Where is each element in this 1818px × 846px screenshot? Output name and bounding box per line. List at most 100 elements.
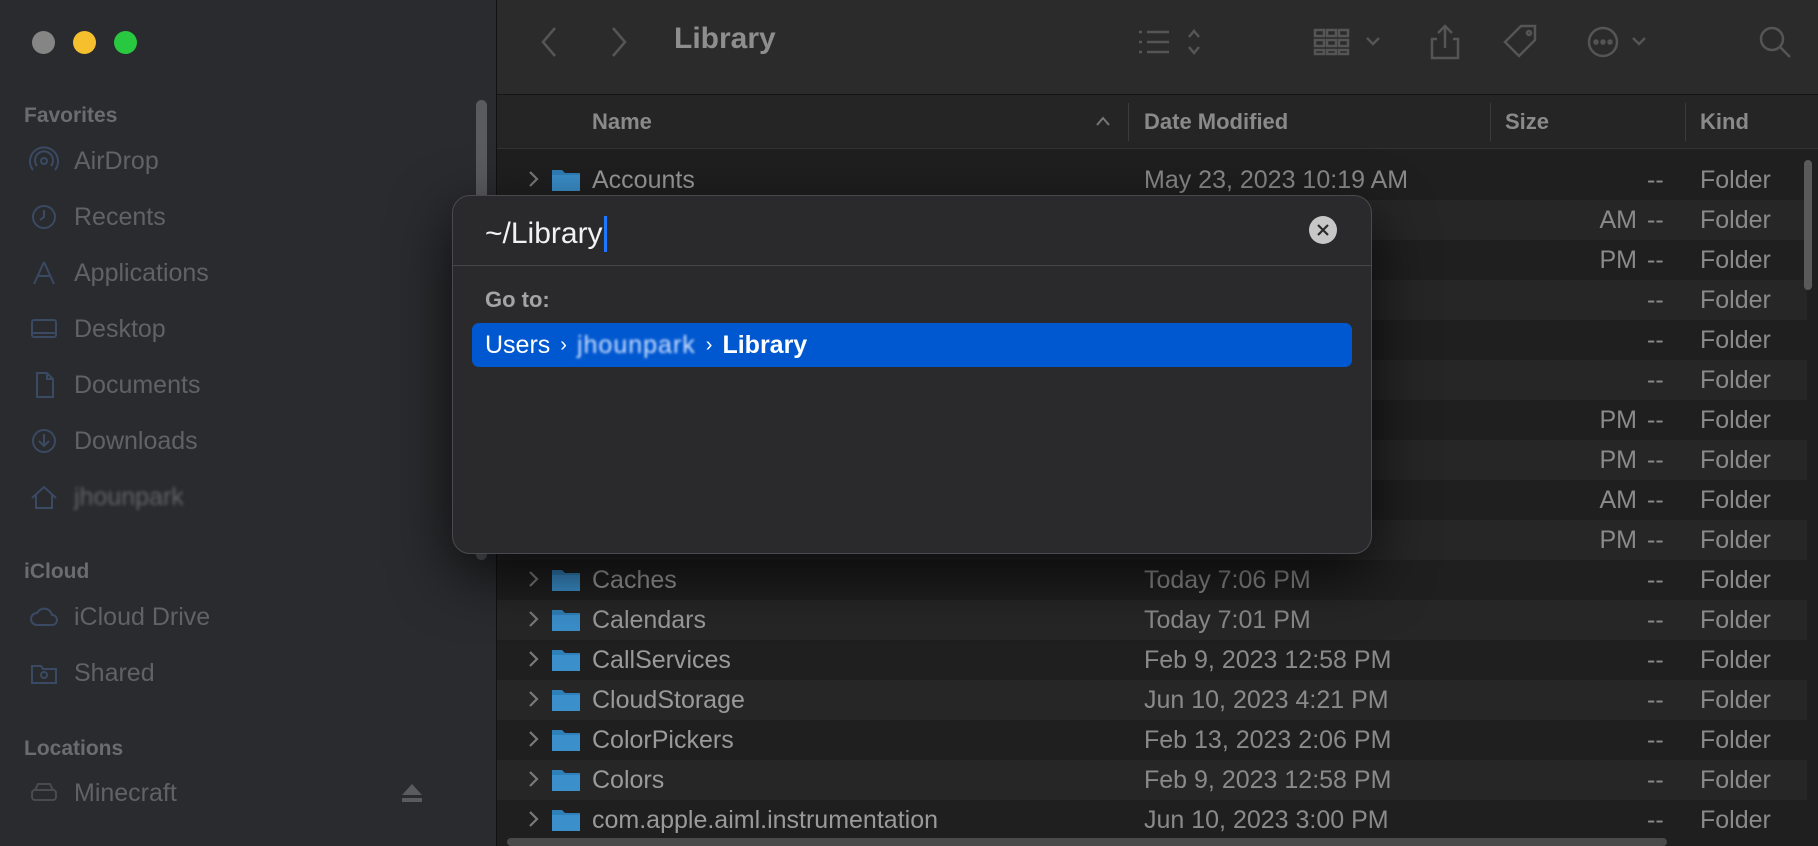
row-size: -- bbox=[1647, 566, 1664, 594]
row-date: Jun 10, 2023 3:00 PM bbox=[1144, 806, 1389, 834]
section-icloud: iCloud bbox=[24, 560, 90, 583]
row-date: Feb 13, 2023 2:06 PM bbox=[1144, 726, 1392, 754]
section-locations: Locations bbox=[24, 737, 124, 760]
document-icon bbox=[28, 370, 60, 400]
folder-icon bbox=[552, 650, 580, 671]
eject-icon[interactable] bbox=[400, 782, 424, 804]
tag-button[interactable] bbox=[1501, 22, 1541, 62]
vertical-scrollbar[interactable] bbox=[1804, 160, 1812, 290]
more-actions-button[interactable] bbox=[1585, 22, 1657, 62]
table-row[interactable]: Calendars Today 7:01 PM -- Folder bbox=[497, 600, 1807, 640]
sort-ascending-icon bbox=[1096, 116, 1110, 126]
view-mode-button[interactable] bbox=[1135, 22, 1215, 62]
horizontal-scrollbar[interactable] bbox=[507, 838, 1667, 846]
sidebar-item-shared[interactable]: Shared bbox=[28, 656, 155, 690]
folder-icon bbox=[552, 610, 580, 631]
row-size: -- bbox=[1647, 806, 1664, 834]
row-date: Today 7:01 PM bbox=[1144, 606, 1311, 634]
sidebar-item-minecraft[interactable]: Minecraft bbox=[28, 776, 177, 810]
row-size: -- bbox=[1647, 446, 1664, 474]
minimize-window-button[interactable] bbox=[73, 31, 96, 54]
table-row[interactable]: com.apple.aiml.instrumentation Jun 10, 20… bbox=[497, 800, 1807, 840]
row-name: CallServices bbox=[592, 646, 731, 674]
row-kind: Folder bbox=[1700, 646, 1771, 674]
row-kind: Folder bbox=[1700, 246, 1771, 274]
row-name: Calendars bbox=[592, 606, 706, 634]
sidebar-item-icloud-drive[interactable]: iCloud Drive bbox=[28, 600, 210, 634]
disclosure-chevron-icon[interactable] bbox=[527, 809, 541, 829]
sidebar-item-recents[interactable]: Recents bbox=[28, 200, 166, 234]
sidebar-item-airdrop[interactable]: AirDrop bbox=[28, 144, 159, 178]
home-icon bbox=[28, 482, 60, 512]
path-input[interactable]: ~/Library bbox=[485, 210, 607, 258]
table-row[interactable]: ColorPickers Feb 13, 2023 2:06 PM -- Folder bbox=[497, 720, 1807, 760]
row-kind: Folder bbox=[1700, 446, 1771, 474]
row-kind: Folder bbox=[1700, 206, 1771, 234]
row-kind: Folder bbox=[1700, 566, 1771, 594]
row-date: Today 7:06 PM bbox=[1144, 566, 1311, 594]
table-row[interactable]: Caches Today 7:06 PM -- Folder bbox=[497, 560, 1807, 600]
row-kind: Folder bbox=[1700, 166, 1771, 194]
disclosure-chevron-icon[interactable] bbox=[527, 689, 541, 709]
clear-input-button[interactable] bbox=[1309, 216, 1337, 244]
row-size: -- bbox=[1647, 526, 1664, 554]
disclosure-chevron-icon[interactable] bbox=[527, 769, 541, 789]
forward-button[interactable] bbox=[607, 22, 631, 62]
zoom-window-button[interactable] bbox=[114, 31, 137, 54]
folder-icon bbox=[552, 170, 580, 191]
sidebar-item-downloads[interactable]: Downloads bbox=[28, 424, 198, 458]
row-kind: Folder bbox=[1700, 806, 1771, 834]
applications-icon bbox=[28, 258, 60, 288]
row-size: -- bbox=[1647, 766, 1664, 794]
chevron-right-icon bbox=[612, 27, 627, 57]
sidebar-item-home[interactable]: jhounpark bbox=[28, 480, 184, 514]
row-size: -- bbox=[1647, 206, 1664, 234]
column-name[interactable]: Name bbox=[592, 109, 652, 135]
column-kind[interactable]: Kind bbox=[1700, 109, 1749, 135]
table-row[interactable]: CallServices Feb 9, 2023 12:58 PM -- Folder bbox=[497, 640, 1807, 680]
disclosure-chevron-icon[interactable] bbox=[527, 649, 541, 669]
airdrop-icon bbox=[28, 146, 60, 176]
row-date-tail: AM bbox=[1599, 486, 1638, 514]
desktop-icon bbox=[28, 314, 60, 344]
back-button[interactable] bbox=[537, 22, 561, 62]
share-button[interactable] bbox=[1427, 22, 1463, 62]
search-button[interactable] bbox=[1757, 22, 1793, 62]
row-size: -- bbox=[1647, 326, 1664, 354]
group-button[interactable] bbox=[1311, 22, 1387, 62]
disclosure-chevron-icon[interactable] bbox=[527, 169, 541, 189]
close-window-button[interactable] bbox=[32, 31, 55, 54]
row-kind: Folder bbox=[1700, 326, 1771, 354]
row-date-tail: PM bbox=[1599, 526, 1638, 554]
tag-icon bbox=[1503, 24, 1537, 58]
column-date-modified[interactable]: Date Modified bbox=[1144, 109, 1288, 135]
row-size: -- bbox=[1647, 286, 1664, 314]
sidebar-item-label: AirDrop bbox=[74, 146, 159, 175]
row-name: CloudStorage bbox=[592, 686, 745, 714]
disclosure-chevron-icon[interactable] bbox=[527, 729, 541, 749]
disclosure-chevron-icon[interactable] bbox=[527, 609, 541, 629]
folder-icon bbox=[552, 690, 580, 711]
crumb-username: jhounpark bbox=[576, 330, 696, 359]
row-size: -- bbox=[1647, 406, 1664, 434]
sidebar-item-desktop[interactable]: Desktop bbox=[28, 312, 166, 346]
column-size[interactable]: Size bbox=[1505, 109, 1549, 135]
row-kind: Folder bbox=[1700, 606, 1771, 634]
folder-icon bbox=[552, 810, 580, 831]
row-kind: Folder bbox=[1700, 486, 1771, 514]
share-icon bbox=[1430, 24, 1460, 60]
table-row[interactable]: Colors Feb 9, 2023 12:58 PM -- Folder bbox=[497, 760, 1807, 800]
table-row[interactable]: CloudStorage Jun 10, 2023 4:21 PM -- Folder bbox=[497, 680, 1807, 720]
sidebar-item-label: Documents bbox=[74, 370, 201, 399]
column-header: Name Date Modified Size Kind bbox=[497, 95, 1818, 149]
disclosure-chevron-icon[interactable] bbox=[527, 569, 541, 589]
shared-folder-icon bbox=[28, 658, 60, 688]
download-icon bbox=[28, 426, 60, 456]
table-row[interactable]: Accounts May 23, 2023 10:19 AM -- Folder bbox=[497, 160, 1807, 200]
crumb-users: Users bbox=[485, 330, 551, 359]
sidebar-item-applications[interactable]: Applications bbox=[28, 256, 209, 290]
sidebar-item-documents[interactable]: Documents bbox=[28, 368, 200, 402]
row-name: Caches bbox=[592, 566, 677, 594]
suggestion-item[interactable]: Users › jhounpark › Library bbox=[472, 323, 1352, 367]
ellipsis-circle-icon bbox=[1587, 26, 1646, 58]
